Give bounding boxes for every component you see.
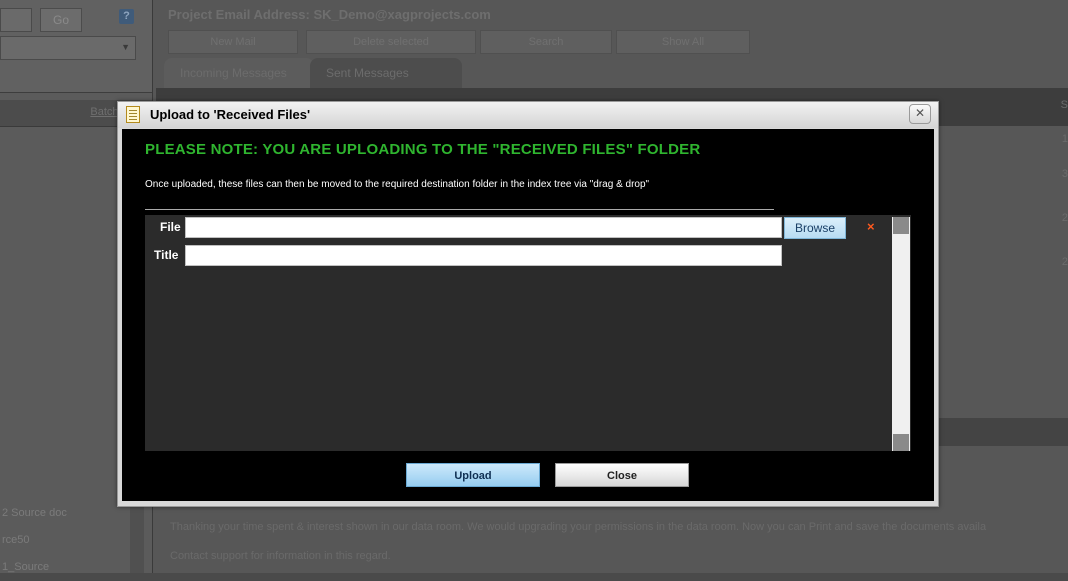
row-value: 3: [1061, 168, 1068, 180]
footer-message: Thanking your time spent & interest show…: [170, 521, 987, 533]
tree-item[interactable]: 1_Source: [0, 554, 130, 581]
scroll-up-arrow[interactable]: [893, 217, 909, 234]
chevron-down-icon: ▼: [121, 42, 130, 52]
dialog-title: Upload to 'Received Files': [150, 107, 311, 122]
show-all-button[interactable]: Show All: [616, 30, 750, 54]
upload-instructions: Once uploaded, these files can then be m…: [145, 179, 650, 190]
panel-divider: [936, 418, 1068, 446]
upload-button[interactable]: Upload: [406, 463, 540, 487]
go-input[interactable]: [0, 8, 32, 32]
close-icon[interactable]: ✕: [909, 104, 931, 124]
column-header-fragment: S: [1060, 99, 1068, 111]
close-button[interactable]: Close: [555, 463, 689, 487]
document-icon: [126, 106, 140, 123]
delete-selected-button[interactable]: Delete selected: [306, 30, 476, 54]
help-icon[interactable]: ?: [119, 9, 134, 24]
dialog-body: PLEASE NOTE: YOU ARE UPLOADING TO THE "R…: [122, 129, 934, 501]
scroll-down-arrow[interactable]: [893, 434, 909, 451]
title-label: Title: [154, 248, 179, 262]
dialog-title-bar[interactable]: Upload to 'Received Files' ✕: [118, 102, 938, 128]
tree-item[interactable]: rce50: [0, 527, 130, 554]
browse-button[interactable]: Browse: [784, 217, 846, 239]
upload-folder-note: PLEASE NOTE: YOU ARE UPLOADING TO THE "R…: [145, 141, 701, 158]
index-tree: 2 Source doc rce50 1_Source: [0, 500, 130, 581]
left-panel-select[interactable]: ▼: [0, 36, 136, 60]
upload-dialog: Upload to 'Received Files' ✕ PLEASE NOTE…: [117, 101, 939, 507]
tab-sent-messages[interactable]: Sent Messages: [310, 58, 462, 88]
footer-contact: Contact support for information in this …: [170, 550, 391, 562]
go-button[interactable]: Go: [40, 8, 82, 32]
left-panel-search-area: Go ? ▼: [0, 0, 152, 93]
file-input[interactable]: [185, 217, 782, 238]
left-panel-scrollbar[interactable]: [130, 497, 144, 573]
row-value: 1: [1061, 133, 1068, 145]
file-label: File: [160, 220, 181, 234]
row-value: 2: [1061, 256, 1068, 268]
tree-item[interactable]: 2 Source doc: [0, 500, 130, 527]
tab-incoming-messages[interactable]: Incoming Messages: [164, 58, 314, 88]
upload-file-list: File Browse × Title: [145, 215, 911, 451]
remove-file-icon[interactable]: ×: [867, 219, 875, 234]
title-input[interactable]: [185, 245, 782, 266]
project-email-address: Project Email Address: SK_Demo@xagprojec…: [168, 7, 491, 22]
new-mail-button[interactable]: New Mail: [168, 30, 298, 54]
file-list-scrollbar[interactable]: [892, 217, 910, 451]
search-button[interactable]: Search: [480, 30, 612, 54]
divider: [145, 209, 774, 210]
row-value: 2: [1061, 212, 1068, 224]
